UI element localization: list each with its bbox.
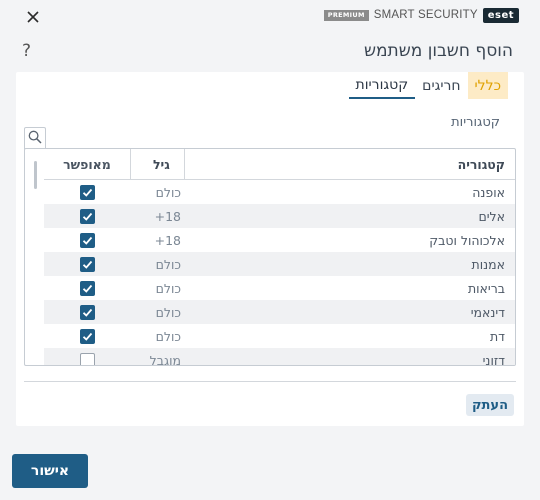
table-row[interactable]: מוגבל דזוני: [44, 348, 515, 366]
brand-name: SMART SECURITY: [373, 9, 478, 21]
table-row[interactable]: +18 אלים: [44, 204, 515, 228]
allowed-checkbox[interactable]: [80, 328, 95, 344]
age-cell: כולם: [155, 256, 181, 272]
categories-table: מאופשר גיל קטגוריה כולם אופנה +18 אלים +…: [24, 148, 516, 366]
table-row[interactable]: כולם אופנה: [44, 180, 515, 204]
help-button[interactable]: ?: [22, 41, 31, 61]
tab-categories[interactable]: קטגוריות: [348, 72, 416, 99]
column-header-age[interactable]: גיל: [131, 149, 185, 179]
allowed-checkbox[interactable]: [80, 208, 95, 224]
column-header-allowed[interactable]: מאופשר: [44, 149, 131, 179]
help-icon: ?: [22, 41, 32, 61]
brand-edition: PREMIUM: [323, 9, 369, 21]
table-row[interactable]: +18 אלכוהול וטבק: [44, 228, 515, 252]
table-row[interactable]: כולם דת: [44, 324, 515, 348]
age-cell: כולם: [155, 328, 181, 344]
category-cell: דזוני: [482, 352, 505, 366]
age-cell: כולם: [155, 280, 181, 296]
section-label: קטגוריות: [451, 115, 500, 130]
category-cell: אופנה: [472, 184, 505, 200]
settings-panel: כללי חריגים קטגוריות קטגוריות מאופשר גיל…: [16, 72, 524, 426]
category-cell: אלכוהול וטבק: [429, 232, 505, 248]
age-cell: +18: [154, 208, 181, 224]
category-cell: אלים: [478, 208, 505, 224]
allowed-checkbox[interactable]: [80, 304, 95, 320]
close-button[interactable]: [22, 8, 44, 26]
table-header: מאופשר גיל קטגוריה: [44, 149, 515, 180]
divider: [24, 381, 516, 382]
tab-general[interactable]: כללי: [467, 72, 508, 99]
category-cell: דינאמי: [470, 304, 505, 320]
category-cell: בריאות: [467, 280, 505, 296]
allowed-checkbox[interactable]: [80, 184, 95, 200]
column-header-category[interactable]: קטגוריה: [185, 157, 515, 172]
allowed-checkbox[interactable]: [80, 280, 95, 296]
age-cell: כולם: [155, 184, 181, 200]
scrollbar-thumb[interactable]: [34, 161, 37, 189]
age-cell: כולם: [155, 304, 181, 320]
category-cell: אמנות: [471, 256, 505, 272]
tab-bar: כללי חריגים קטגוריות: [348, 72, 508, 100]
age-cell: +18: [154, 232, 181, 248]
eset-logo: eset: [482, 7, 519, 23]
page-title: הוסף חשבון משתמש: [363, 41, 513, 61]
close-icon: [27, 8, 39, 27]
table-row[interactable]: כולם בריאות: [44, 276, 515, 300]
table-row[interactable]: כולם דינאמי: [44, 300, 515, 324]
category-cell: דת: [489, 328, 505, 344]
allowed-checkbox[interactable]: [80, 232, 95, 248]
table-row[interactable]: כולם אמנות: [44, 252, 515, 276]
tab-exceptions[interactable]: חריגים: [415, 72, 467, 99]
copy-button[interactable]: העתק: [465, 394, 514, 416]
search-button[interactable]: [24, 127, 46, 149]
search-icon: [28, 129, 42, 148]
allowed-checkbox[interactable]: [80, 256, 95, 272]
ok-button[interactable]: אישור: [12, 454, 88, 488]
brand: PREMIUM SMART SECURITY eset: [323, 7, 519, 23]
age-cell: מוגבל: [149, 352, 181, 366]
allowed-checkbox[interactable]: [80, 352, 95, 365]
